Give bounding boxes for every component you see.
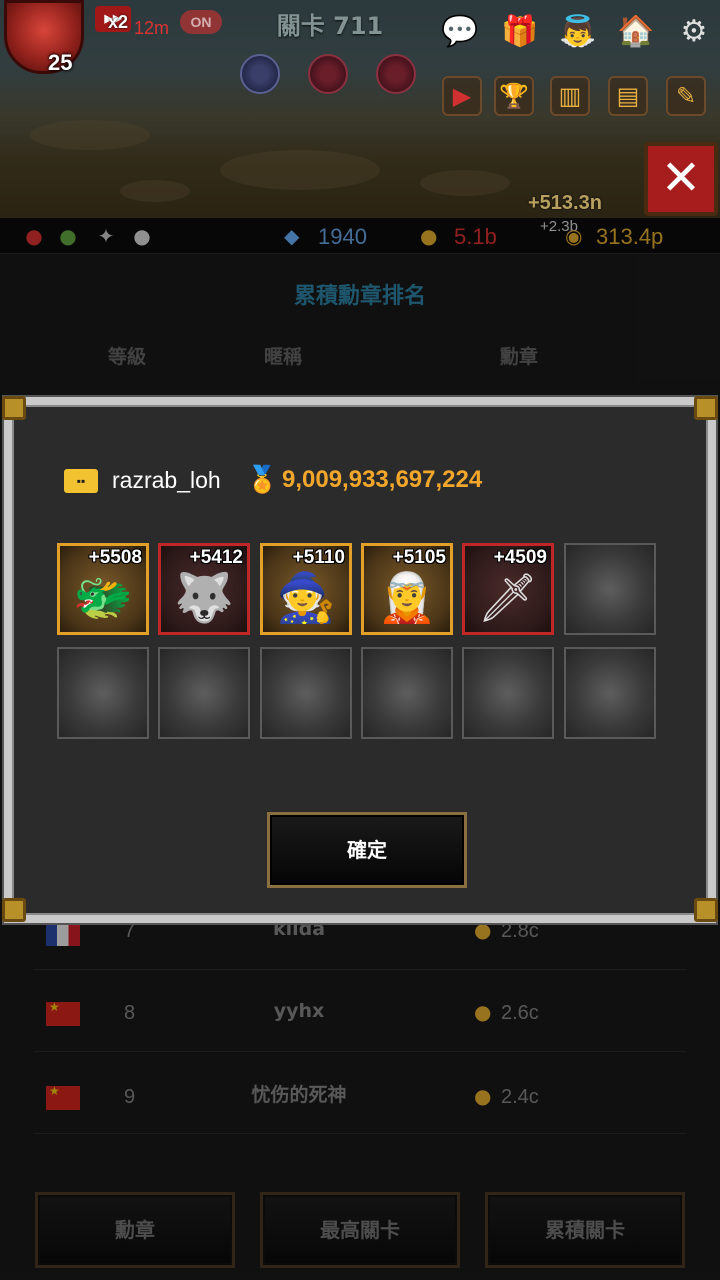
frame-corner-ornament [694,898,718,922]
dark-knight-hero-icon: 🗡 [477,570,539,626]
gift-icon[interactable]: 🎁 [498,12,542,52]
floating-gain-text: +513.3n [528,192,602,214]
skill-orb-icon[interactable] [308,54,348,94]
trophy-icon[interactable]: 🏆 [494,76,534,116]
empty-hero-slot [564,543,656,635]
green-dragon-hero-icon: 🐲 [73,570,133,626]
frame-corner-ornament [2,396,26,420]
confirm-button[interactable]: 確定 [267,812,467,888]
player-profile-dialog: ▪▪ razrab_loh 🏅 9,009,933,697,224 🐲 +550… [4,397,716,923]
book-icon[interactable]: ▤ [608,76,648,116]
hero-bonus: +5110 [292,547,345,568]
hero-slot[interactable]: 🐺 +5412 [158,543,250,635]
angel-icon[interactable]: 👼 [556,12,600,52]
hero-bonus: +5412 [189,547,243,568]
white-beast-hero-icon: 🐺 [174,570,234,626]
wizard-hero-icon: 🧙 [276,570,336,626]
game-scene: 25 ▶▶ x2 12m ON 關卡 711 💬 🎁 👼 🏠 ⚙ ▶ 🏆 ▥ ▤… [0,0,720,218]
empty-hero-slot [260,647,352,739]
stage-title: 關卡 711 [276,12,384,40]
hero-slot[interactable]: 🧝 +5105 [361,543,453,635]
speed-multiplier: x2 [108,12,129,32]
frame-corner-ornament [2,898,26,922]
empty-hero-slot [57,647,149,739]
close-button[interactable]: ✕ [644,142,718,216]
empty-hero-slot [462,647,554,739]
empty-hero-slot [158,647,250,739]
speed-timer: 12m [134,18,170,38]
player-username: razrab_loh [112,467,221,493]
hero-bonus: +4509 [493,547,547,568]
play-icon[interactable]: ▶ [442,76,482,116]
empty-hero-slot [564,647,656,739]
empty-hero-slot [361,647,453,739]
gear-icon[interactable]: ⚙ [672,12,716,52]
quest-scroll-icon[interactable]: ✎ [666,76,706,116]
hero-slot[interactable]: 🧙 +5110 [260,543,352,635]
hero-slot[interactable]: 🐲 +5508 [57,543,149,635]
skill-orb-icon[interactable] [376,54,416,94]
medal-icon: 🏅 [246,465,279,495]
medal-total: 9,009,933,697,224 [282,466,483,493]
id-card-icon: ▪▪ [64,469,98,493]
frame-corner-ornament [694,396,718,420]
hero-slot[interactable]: 🗡 +4509 [462,543,554,635]
hero-bonus: +5105 [392,547,446,568]
skill-orb-icon[interactable] [240,54,280,94]
auto-toggle[interactable]: ON [180,10,222,34]
home-icon[interactable]: 🏠 [614,12,658,52]
chat-icon[interactable]: 💬 [438,12,482,52]
red-mage-hero-icon: 🧝 [377,570,437,626]
podium-icon[interactable]: ▥ [550,76,590,116]
player-level: 25 [48,50,73,75]
hero-bonus: +5508 [88,547,142,568]
